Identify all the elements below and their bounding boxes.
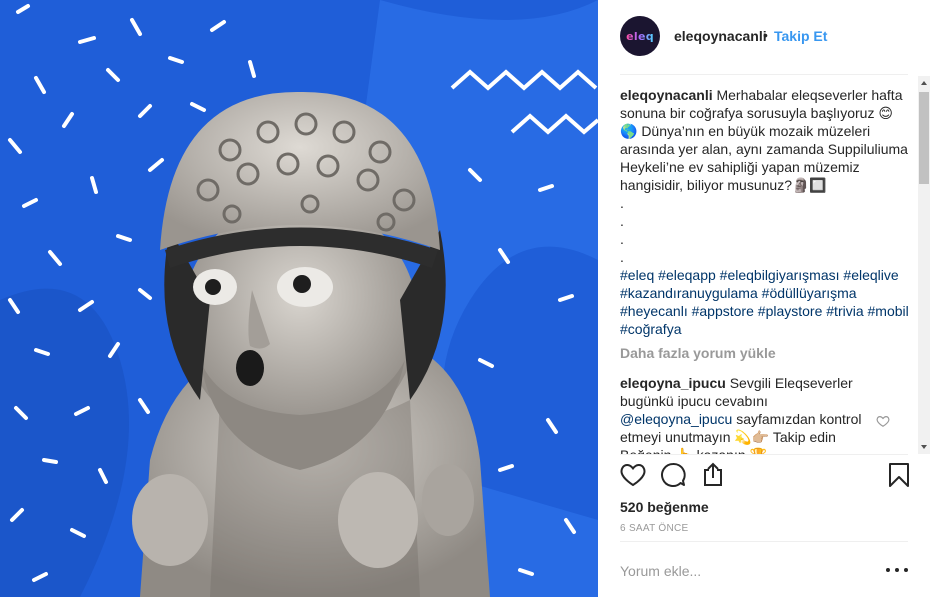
actions-divider (620, 454, 908, 455)
hashtag-link[interactable]: #eleqapp (658, 267, 716, 283)
post-image[interactable] (0, 0, 598, 597)
hashtag-link[interactable]: #mobil (868, 303, 909, 319)
caption-dot: . (620, 231, 624, 247)
hashtags: #eleq #eleqapp #eleqbilgiyarışması #eleq… (620, 266, 910, 338)
follow-button[interactable]: Takip Et (774, 28, 827, 44)
more-dots-icon (886, 568, 890, 572)
share-icon (704, 462, 722, 486)
header-username[interactable]: eleqoynacanli (674, 28, 767, 44)
comment-bubble-icon (661, 463, 686, 487)
post-header: eleq eleqoynacanli • Takip Et (598, 0, 932, 74)
scrollbar-thumb (919, 92, 929, 184)
comment-mention[interactable]: @eleqoyna_ipucu (620, 411, 732, 427)
share-button[interactable] (698, 460, 728, 490)
more-dots-icon (895, 568, 899, 572)
comments-scrollbar[interactable] (918, 76, 930, 454)
save-button[interactable] (884, 460, 914, 490)
post-timestamp[interactable]: 6 SAAT ÖNCE (620, 523, 689, 534)
caption: eleqoynacanli Merhabalar eleqseverler ha… (620, 86, 910, 194)
like-button[interactable] (618, 460, 648, 490)
comment-item: eleqoyna_ipucu Sevgili Eleqseverler bugü… (620, 374, 890, 454)
caption-dot: . (620, 195, 624, 211)
statue-illustration (0, 0, 598, 597)
post-side-panel: eleq eleqoynacanli • Takip Et eleqoynaca… (598, 0, 932, 597)
hashtag-link[interactable]: #appstore (692, 303, 754, 319)
hashtag-link[interactable]: #eleqlive (843, 267, 898, 283)
header-divider (620, 74, 908, 75)
hashtag-link[interactable]: #playstore (758, 303, 823, 319)
comment-button[interactable] (658, 460, 688, 490)
caption-username[interactable]: eleqoynacanli (620, 87, 713, 103)
hashtag-link[interactable]: #trivia (826, 303, 863, 319)
comment-input-divider (620, 541, 908, 542)
caption-dot: . (620, 249, 624, 265)
hashtag-link[interactable]: #coğrafya (620, 321, 681, 337)
load-more-comments-button[interactable]: Daha fazla yorum yükle (620, 344, 910, 362)
comments-list: eleqoynacanli Merhabalar eleqseverler ha… (620, 86, 910, 454)
likes-count[interactable]: 520 beğenme (620, 499, 709, 515)
comment-like-heart-icon[interactable] (876, 414, 890, 428)
hashtag-link[interactable]: #eleq (620, 267, 654, 283)
caption-dots: . . . . (620, 194, 910, 266)
avatar-logo-text: eleq (626, 29, 654, 43)
heart-icon (620, 463, 646, 487)
hashtag-link[interactable]: #ödüllüyarışma (762, 285, 857, 301)
header-separator: • (763, 27, 768, 43)
caption-dot: . (620, 213, 624, 229)
hashtag-link[interactable]: #kazandıranuygulama (620, 285, 758, 301)
hashtag-link[interactable]: #heyecanlı (620, 303, 688, 319)
bookmark-icon (889, 463, 909, 487)
avatar[interactable]: eleq (620, 16, 660, 56)
hashtag-link[interactable]: #eleqbilgiyarışması (720, 267, 840, 283)
comment-input[interactable] (620, 560, 860, 582)
comment-username[interactable]: eleqoyna_ipucu (620, 375, 726, 391)
more-options-button[interactable] (886, 562, 908, 578)
more-dots-icon (904, 568, 908, 572)
